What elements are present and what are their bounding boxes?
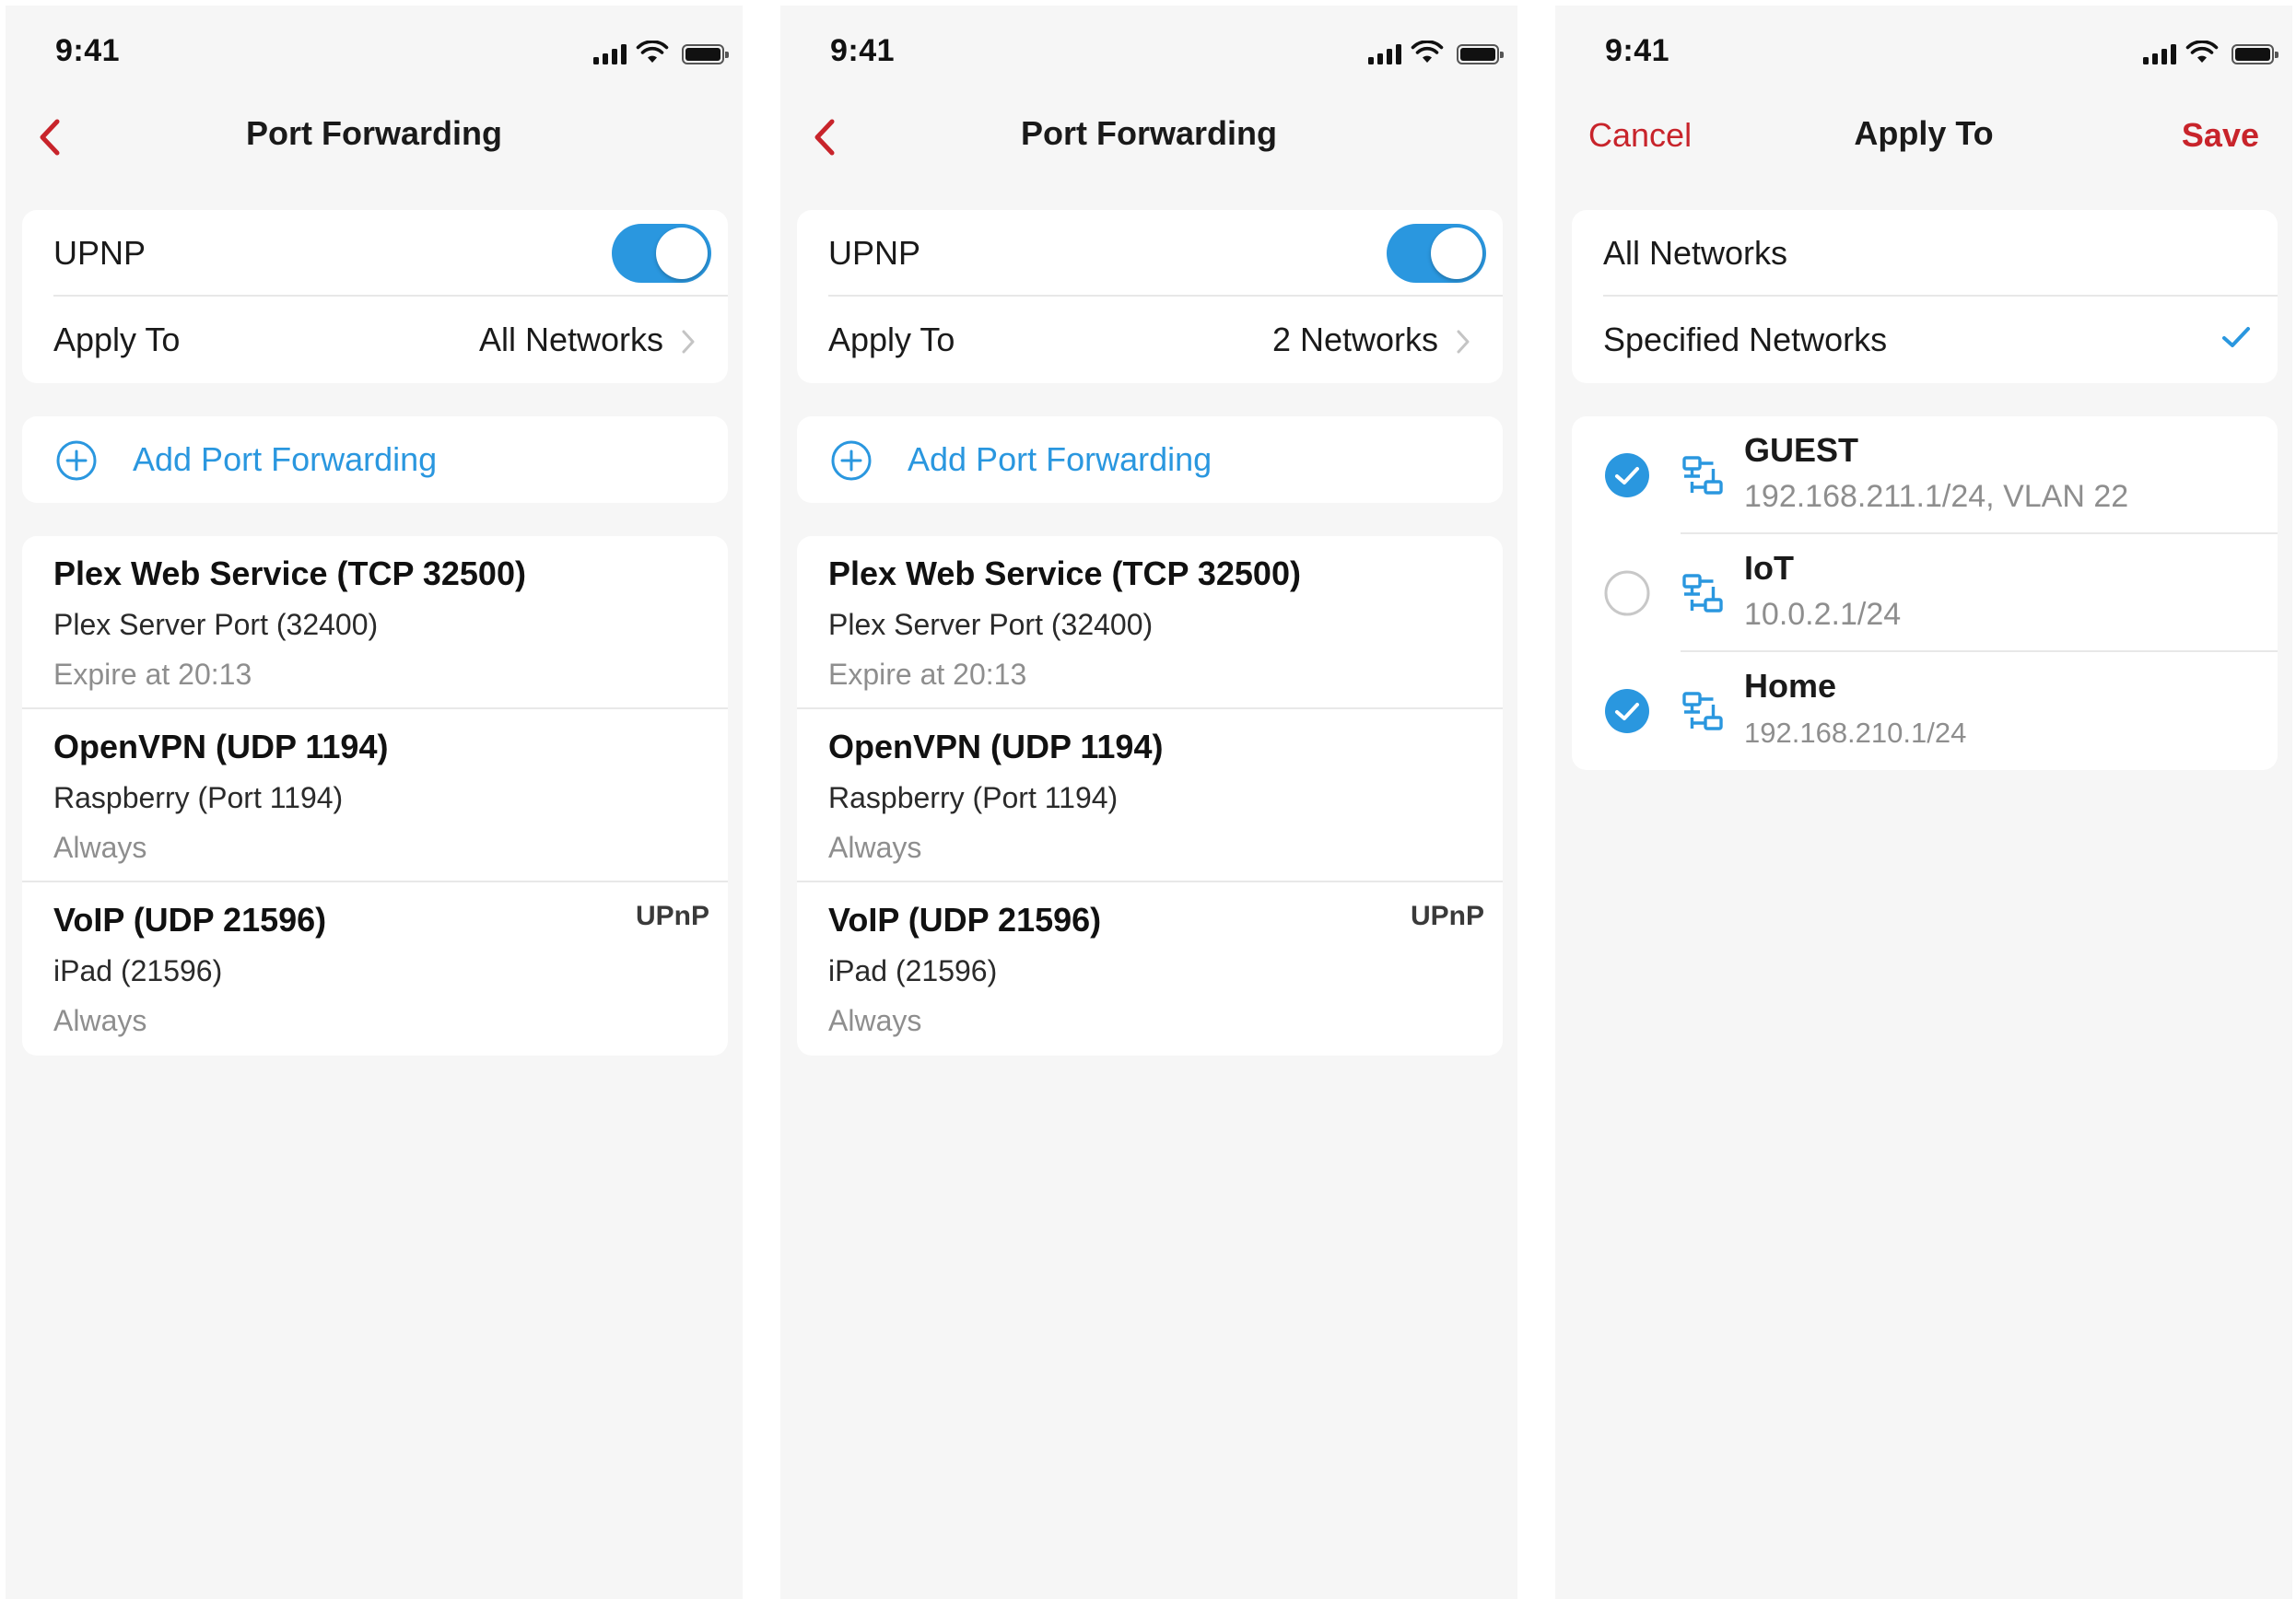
entry-subtitle: iPad (21596) [53,954,223,987]
upnp-label: UPNP [53,234,146,272]
page-title: Port Forwarding [246,114,502,152]
apply-to-value: All Networks [478,321,663,358]
entry-expiry: Always [53,1004,147,1037]
upnp-card: UPNP Apply To All Networks [22,210,728,383]
battery-icon [2232,44,2278,64]
status-bar: 9:41 [1555,6,2292,98]
entry-subtitle: Plex Server Port (32400) [828,608,1154,641]
network-name: Home [1744,667,1837,705]
network-detail: 192.168.210.1/24 [1744,717,1967,749]
entry-subtitle: Raspberry (Port 1194) [828,781,1119,814]
add-port-forwarding-button[interactable]: Add Port Forwarding [22,416,728,503]
entry-expiry: Always [53,831,147,864]
status-bar: 9:41 [6,6,743,98]
add-card: Add Port Forwarding [22,416,728,503]
entry-expiry: Always [828,831,922,864]
port-forwarding-list: Plex Web Service (TCP 32500) Plex Server… [22,536,728,1056]
network-detail: 10.0.2.1/24 [1744,597,1902,632]
network-detail: 192.168.211.1/24, VLAN 22 [1744,479,2129,514]
add-port-forwarding-label: Add Port Forwarding [133,440,438,478]
entry-expiry: Expire at 20:13 [828,658,1027,691]
nav-bar: Port Forwarding [780,98,1517,177]
apply-to-row[interactable]: Apply To 2 Networks [797,297,1503,383]
network-name: GUEST [1744,431,1859,469]
signal-icon [1368,44,1401,64]
list-item[interactable]: VoIP (UDP 21596) UPnP iPad (21596) Alway… [22,882,728,1056]
page-title: Port Forwarding [1021,114,1277,152]
apply-to-label: Apply To [53,321,181,358]
entry-title: VoIP (UDP 21596) [53,901,327,939]
upnp-badge: UPnP [635,901,709,931]
list-item[interactable]: OpenVPN (UDP 1194) Raspberry (Port 1194)… [22,709,728,882]
wifi-icon [2185,41,2219,63]
status-time: 9:41 [55,33,121,68]
status-time: 9:41 [830,33,896,68]
status-bar: 9:41 [780,6,1517,98]
entry-subtitle: Raspberry (Port 1194) [53,781,344,814]
option-label: Specified Networks [1603,321,1888,358]
add-card: Add Port Forwarding [797,416,1503,503]
screen-apply-to: 9:41 Cancel Apply To Save All Networks S… [1555,6,2292,1599]
upnp-toggle[interactable] [612,224,711,283]
checkmark-icon [2222,327,2250,347]
nav-bar: Port Forwarding [6,98,743,177]
upnp-badge: UPnP [1410,901,1484,931]
upnp-row: UPNP [797,210,1503,297]
entry-subtitle: Plex Server Port (32400) [53,608,379,641]
entry-title: OpenVPN (UDP 1194) [53,728,389,765]
upnp-toggle[interactable] [1387,224,1486,283]
entry-expiry: Expire at 20:13 [53,658,252,691]
option-all-networks[interactable]: All Networks [1572,210,2278,297]
entry-expiry: Always [828,1004,922,1037]
list-item[interactable]: Plex Web Service (TCP 32500) Plex Server… [797,536,1503,709]
entry-title: OpenVPN (UDP 1194) [828,728,1164,765]
battery-icon [1457,44,1504,64]
unchecked-radio-icon[interactable] [1603,569,1651,617]
upnp-card: UPNP Apply To 2 Networks [797,210,1503,383]
apply-to-label: Apply To [828,321,955,358]
networks-list: GUEST 192.168.211.1/24, VLAN 22 IoT 10.0… [1572,416,2278,770]
apply-to-value: 2 Networks [1271,321,1438,358]
wifi-icon [1411,41,1444,63]
save-button[interactable]: Save [2182,116,2259,155]
entry-title: Plex Web Service (TCP 32500) [53,554,526,592]
nav-bar: Cancel Apply To Save [1555,98,2292,177]
network-item-guest[interactable]: GUEST 192.168.211.1/24, VLAN 22 [1572,416,2278,534]
checked-radio-icon[interactable] [1603,687,1651,735]
list-item[interactable]: VoIP (UDP 21596) UPnP iPad (21596) Alway… [797,882,1503,1056]
chevron-right-icon [1457,330,1470,354]
signal-icon [2143,44,2176,64]
entry-subtitle: iPad (21596) [828,954,998,987]
upnp-label: UPNP [828,234,921,272]
network-name: IoT [1744,549,1794,587]
network-item-home[interactable]: Home 192.168.210.1/24 [1572,652,2278,770]
list-item[interactable]: OpenVPN (UDP 1194) Raspberry (Port 1194)… [797,709,1503,882]
apply-to-row[interactable]: Apply To All Networks [22,297,728,383]
network-icon [1682,692,1723,730]
port-forwarding-list: Plex Web Service (TCP 32500) Plex Server… [797,536,1503,1056]
battery-icon [682,44,729,64]
wifi-icon [636,41,669,63]
option-specified-networks[interactable]: Specified Networks [1572,297,2278,383]
add-circle-icon [831,440,872,481]
status-time: 9:41 [1605,33,1670,68]
screen-port-forwarding-specified: 9:41 Port Forwarding UPNP Apply To 2 Net… [780,6,1517,1599]
apply-options-card: All Networks Specified Networks [1572,210,2278,383]
add-port-forwarding-label: Add Port Forwarding [908,440,1212,478]
chevron-right-icon [682,330,695,354]
add-port-forwarding-button[interactable]: Add Port Forwarding [797,416,1503,503]
upnp-row: UPNP [22,210,728,297]
entry-title: VoIP (UDP 21596) [828,901,1102,939]
option-label: All Networks [1603,234,1788,272]
network-icon [1682,574,1723,613]
checked-radio-icon[interactable] [1603,451,1651,499]
signal-icon [593,44,627,64]
network-icon [1682,456,1723,495]
list-item[interactable]: Plex Web Service (TCP 32500) Plex Server… [22,536,728,709]
network-item-iot[interactable]: IoT 10.0.2.1/24 [1572,534,2278,652]
add-circle-icon [56,440,97,481]
screen-port-forwarding-all: 9:41 Port Forwarding UPNP Apply To All N… [6,6,743,1599]
entry-title: Plex Web Service (TCP 32500) [828,554,1301,592]
